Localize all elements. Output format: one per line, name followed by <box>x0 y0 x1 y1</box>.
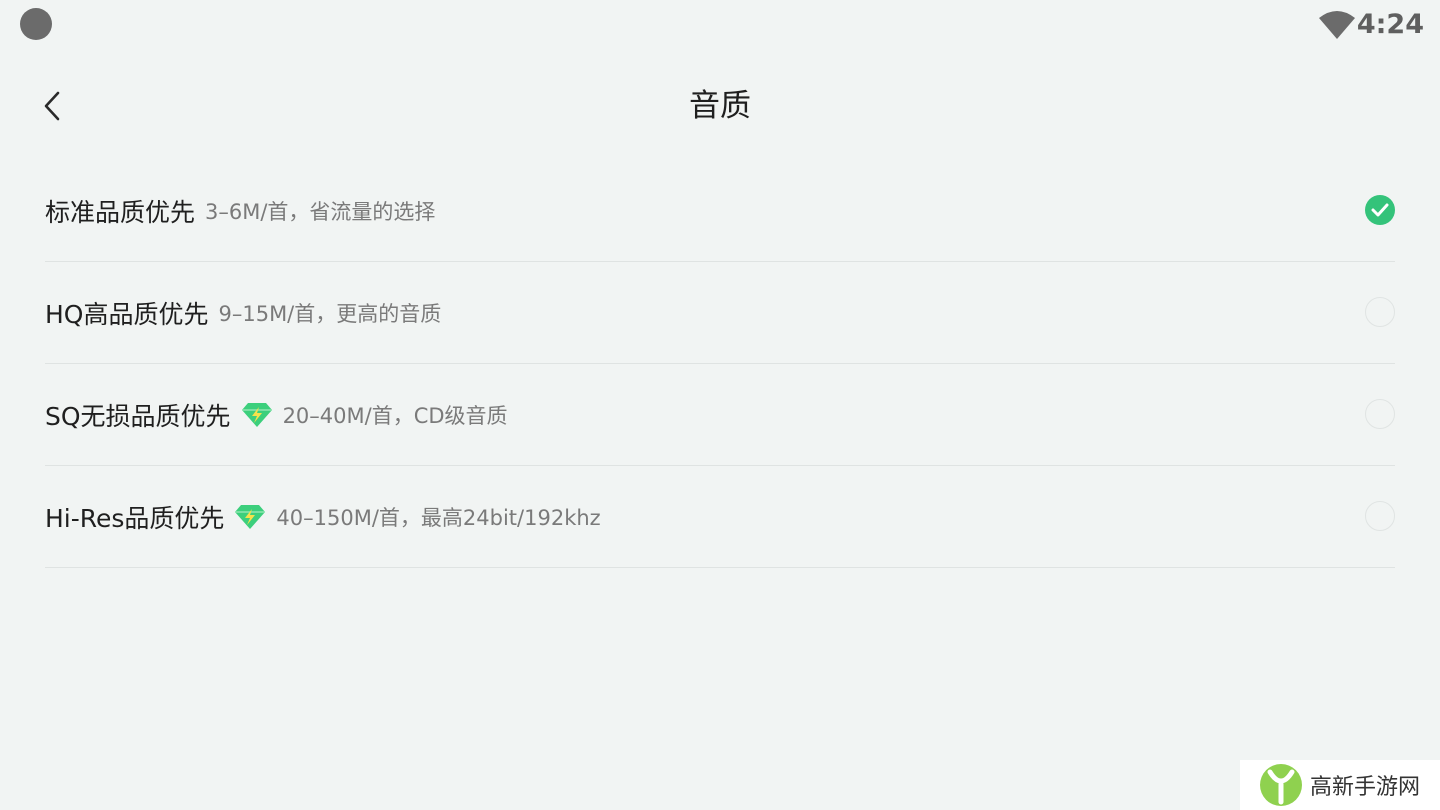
option-description: 3–6M/首，省流量的选择 <box>205 199 436 224</box>
page-title: 音质 <box>689 88 751 124</box>
option-description: 20–40M/首，CD级音质 <box>282 403 508 428</box>
status-bar: 4:24 <box>0 0 1440 50</box>
radio-unchecked[interactable] <box>1365 297 1395 327</box>
header: 音质 <box>0 70 1440 142</box>
option-name: HQ高品质优先 <box>45 299 209 329</box>
vip-diamond-icon <box>235 504 266 529</box>
radio-checked[interactable] <box>1365 195 1395 225</box>
option-standard-quality[interactable]: 标准品质优先 3–6M/首，省流量的选择 <box>45 160 1395 262</box>
watermark-logo-icon <box>1260 764 1302 806</box>
quality-option-list: 标准品质优先 3–6M/首，省流量的选择 HQ高品质优先 9–15M/首，更高的… <box>45 160 1395 568</box>
option-sq-lossless-quality[interactable]: SQ无损品质优先 20–40M/首，CD级音质 <box>45 364 1395 466</box>
option-name: 标准品质优先 <box>45 197 196 227</box>
option-description: 9–15M/首，更高的音质 <box>218 301 442 326</box>
option-hq-quality[interactable]: HQ高品质优先 9–15M/首，更高的音质 <box>45 262 1395 364</box>
option-hi-res-quality[interactable]: Hi-Res品质优先 40–150M/首，最高24bit/192khz <box>45 466 1395 568</box>
radio-unchecked[interactable] <box>1365 501 1395 531</box>
status-time: 4:24 <box>1356 9 1424 40</box>
notification-dot-icon <box>20 8 52 40</box>
checkmark-icon <box>1371 203 1389 217</box>
vip-diamond-icon <box>241 402 272 427</box>
watermark: 高新手游网 <box>1240 760 1440 810</box>
wifi-icon <box>1319 11 1355 39</box>
radio-unchecked[interactable] <box>1365 399 1395 429</box>
option-name: Hi-Res品质优先 <box>45 503 225 533</box>
option-name: SQ无损品质优先 <box>45 401 231 431</box>
quality-settings-screen: 4:24 音质 标准品质优先 3–6M/首，省流量的选择 HQ高品质优先 9–1… <box>0 0 1440 810</box>
option-description: 40–150M/首，最高24bit/192khz <box>276 505 601 530</box>
watermark-text: 高新手游网 <box>1310 775 1421 800</box>
